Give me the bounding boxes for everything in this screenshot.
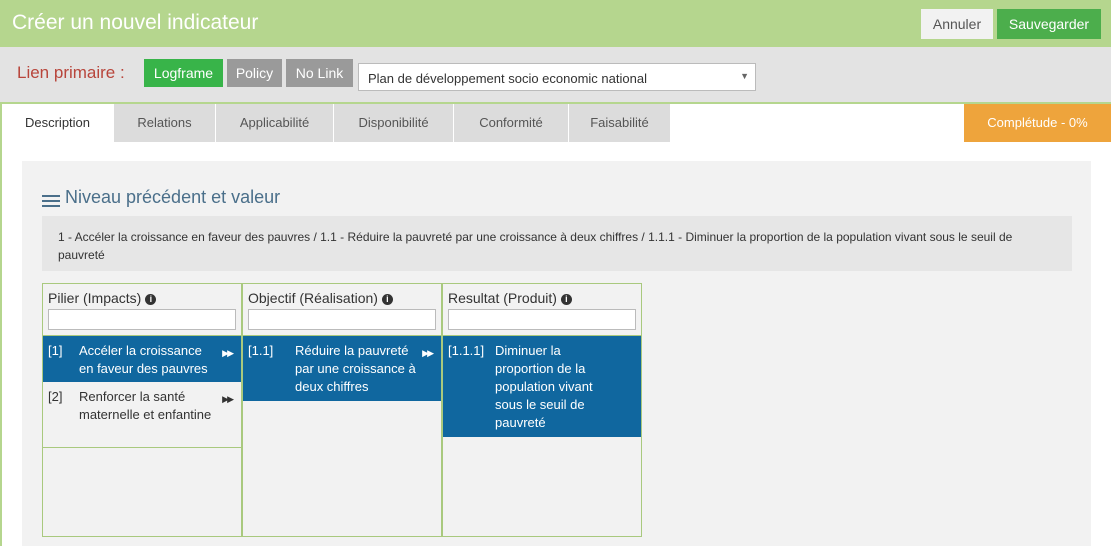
- column-title: Objectif (Réalisation) i: [248, 290, 393, 306]
- primary-link-label: Lien primaire :: [17, 63, 125, 82]
- hamburger-icon: [42, 195, 60, 208]
- item-label: Renforcer la santé maternelle et enfanti…: [79, 389, 212, 422]
- item-code: [1]: [48, 343, 63, 358]
- left-border: [0, 102, 2, 546]
- completeness-badge: Complétude - 0%: [964, 104, 1111, 142]
- column-title: Resultat (Produit) i: [448, 290, 572, 306]
- list-item[interactable]: [2] Renforcer la santé maternelle et enf…: [43, 382, 241, 448]
- column-filter-input[interactable]: [48, 309, 236, 330]
- list-item[interactable]: [1.1.1] Diminuer la proportion de la pop…: [443, 336, 641, 437]
- column-header: Resultat (Produit) i: [443, 284, 641, 336]
- item-label: Accéler la croissance en faveur des pauv…: [79, 343, 208, 376]
- primary-link-bar: Lien primaire : Logframe Policy No Link …: [0, 47, 1111, 104]
- list-item[interactable]: [1] Accéler la croissance en faveur des …: [43, 336, 241, 382]
- double-chevron-right-icon: ▶▶: [222, 394, 234, 404]
- column-filter-input[interactable]: [248, 309, 436, 330]
- item-label: Diminuer la proportion de la population …: [495, 343, 593, 430]
- column-pilier: Pilier (Impacts) i [1] Accéler la croissa…: [42, 283, 242, 537]
- chevron-down-icon: ▼: [740, 71, 749, 81]
- tab-disponibilite[interactable]: Disponibilité: [334, 104, 454, 142]
- info-icon[interactable]: i: [560, 293, 572, 305]
- cancel-button[interactable]: Annuler: [921, 9, 993, 39]
- item-code: [1.1.1]: [448, 343, 485, 358]
- column-header: Objectif (Réalisation) i: [243, 284, 441, 336]
- plan-select[interactable]: Plan de développement socio economic nat…: [358, 63, 756, 91]
- list-item[interactable]: [1.1] Réduire la pauvreté par une croiss…: [243, 336, 441, 401]
- section-title: Niveau précédent et valeur: [65, 187, 281, 207]
- info-icon[interactable]: i: [381, 293, 393, 305]
- column-filter-input[interactable]: [448, 309, 636, 330]
- item-label: Réduire la pauvreté par une croissance à…: [295, 343, 416, 394]
- plan-select-value: Plan de développement socio economic nat…: [368, 71, 647, 86]
- no-link-button[interactable]: No Link: [286, 59, 353, 87]
- tab-applicabilite[interactable]: Applicabilité: [216, 104, 334, 142]
- tab-faisabilite[interactable]: Faisabilité: [569, 104, 671, 142]
- save-button[interactable]: Sauvegarder: [997, 9, 1101, 39]
- page-title: Créer un nouvel indicateur: [12, 11, 259, 34]
- info-icon[interactable]: i: [145, 293, 157, 305]
- tab-relations[interactable]: Relations: [114, 104, 216, 142]
- tab-bar: Description Relations Applicabilité Disp…: [2, 104, 1111, 142]
- item-code: [2]: [48, 389, 63, 404]
- top-bar: Créer un nouvel indicateur Annuler Sauve…: [0, 0, 1111, 47]
- column-title: Pilier (Impacts) i: [48, 290, 157, 306]
- column-header: Pilier (Impacts) i: [43, 284, 241, 336]
- column-objectif: Objectif (Réalisation) i [1.1] Réduire la…: [242, 283, 442, 537]
- column-resultat: Resultat (Produit) i [1.1.1] Diminuer la …: [442, 283, 642, 537]
- tab-description[interactable]: Description: [2, 104, 114, 142]
- policy-button[interactable]: Policy: [227, 59, 282, 87]
- double-chevron-right-icon: ▶▶: [422, 348, 434, 358]
- logframe-button[interactable]: Logframe: [144, 59, 223, 87]
- breadcrumb: 1 - Accéler la croissance en faveur des …: [42, 216, 1072, 271]
- tab-conformite[interactable]: Conformité: [454, 104, 569, 142]
- double-chevron-right-icon: ▶▶: [222, 348, 234, 358]
- item-code: [1.1]: [248, 343, 274, 358]
